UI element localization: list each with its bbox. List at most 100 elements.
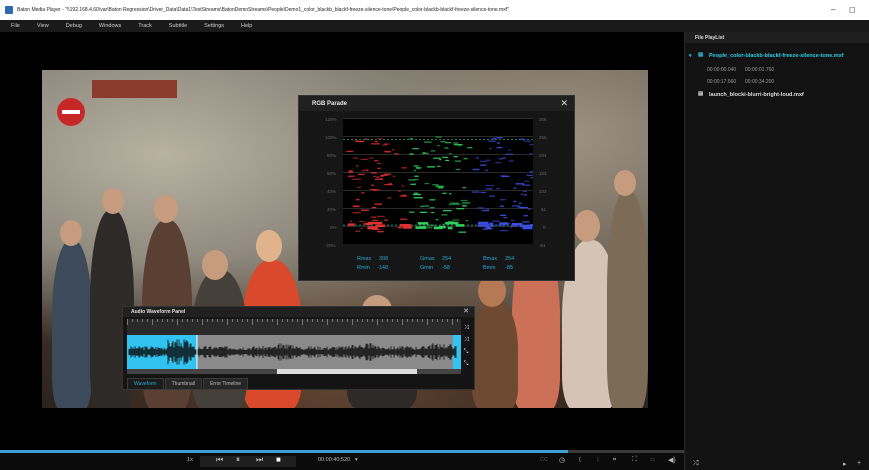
close-icon[interactable]: ✕ bbox=[560, 98, 568, 109]
parade-trace bbox=[510, 219, 515, 222]
ruler-tick bbox=[197, 319, 198, 322]
film-icon: ▤ bbox=[698, 52, 704, 58]
restore-button[interactable]: ◻ bbox=[849, 5, 856, 14]
ruler-tick bbox=[222, 319, 223, 322]
zoom-in-icon[interactable]: ⤨ bbox=[462, 325, 470, 333]
ruler-tick bbox=[212, 319, 213, 322]
clock-icon[interactable]: ◷ bbox=[559, 456, 565, 464]
segment-start[interactable]: 00:00:00.040 bbox=[707, 67, 736, 73]
menu-file[interactable]: File bbox=[11, 23, 20, 29]
segment-end[interactable]: 00:00:01.760 bbox=[745, 67, 774, 73]
crop-icon[interactable]: ⌗ bbox=[613, 457, 616, 464]
speed-label[interactable]: 1x bbox=[187, 457, 193, 463]
parade-trace bbox=[480, 191, 487, 194]
timecode-dropdown-icon[interactable]: ▾ bbox=[355, 457, 358, 463]
next-frame-icon[interactable]: ⏭ bbox=[256, 455, 263, 465]
ruler-tick bbox=[207, 319, 208, 322]
parade-trace bbox=[371, 206, 377, 209]
parade-trace bbox=[479, 160, 487, 163]
segment-end[interactable]: 00:00:34.200 bbox=[745, 79, 774, 85]
stop-icon[interactable]: ■ bbox=[276, 455, 281, 464]
parade-trace bbox=[360, 158, 368, 160]
parade-trace bbox=[529, 144, 538, 146]
menu-windows[interactable]: Windows bbox=[99, 23, 121, 29]
tab-thumbnail[interactable]: Thumbnail bbox=[164, 378, 202, 390]
ruler-tick bbox=[232, 319, 233, 322]
mark-out-icon[interactable]: } bbox=[597, 457, 599, 463]
parade-trace bbox=[376, 224, 386, 227]
parade-trace bbox=[416, 167, 422, 169]
add-file-icon[interactable]: + bbox=[857, 460, 861, 467]
minimize-button[interactable]: – bbox=[831, 5, 835, 14]
parade-trace bbox=[402, 194, 407, 196]
fullscreen-icon[interactable]: ⛶ bbox=[632, 456, 637, 464]
tab-waveform[interactable]: Waveform bbox=[127, 378, 164, 390]
menu-debug[interactable]: Debug bbox=[66, 23, 82, 29]
ruler-tick bbox=[447, 319, 448, 322]
menu-view[interactable]: View bbox=[37, 23, 49, 29]
tab-error-timeline[interactable]: Error Timeline bbox=[202, 378, 249, 390]
previous-frame-icon[interactable]: ⏮ bbox=[216, 455, 223, 465]
parade-trace bbox=[360, 227, 363, 230]
menu-settings[interactable]: Settings bbox=[204, 23, 224, 29]
zoom-out-icon[interactable]: ⤨ bbox=[462, 337, 470, 345]
parade-trace bbox=[453, 156, 458, 158]
menu-track[interactable]: Track bbox=[138, 23, 152, 29]
ruler-tick bbox=[252, 319, 253, 325]
captions-icon[interactable]: CC bbox=[540, 457, 548, 463]
time-ruler[interactable] bbox=[127, 319, 461, 335]
parade-trace bbox=[456, 208, 465, 210]
parade-trace bbox=[500, 175, 506, 177]
parade-trace bbox=[455, 168, 461, 171]
parade-trace bbox=[444, 142, 452, 144]
ruler-tick bbox=[347, 319, 348, 322]
parade-trace bbox=[447, 226, 453, 230]
waveform-scrollbar[interactable] bbox=[127, 369, 461, 374]
playlist-file[interactable]: launch_blocki-blurri-bright-loud.mxf bbox=[709, 92, 804, 98]
waveform-track[interactable] bbox=[127, 335, 461, 369]
parade-trace bbox=[522, 184, 531, 186]
play-playlist-icon[interactable]: ▸ bbox=[843, 460, 847, 468]
parade-trace bbox=[488, 140, 496, 142]
rgb-parade-title: RGB Parade bbox=[299, 96, 574, 111]
parade-trace bbox=[429, 199, 436, 201]
parade-trace bbox=[422, 152, 426, 154]
parade-trace bbox=[530, 177, 540, 179]
parade-trace bbox=[460, 199, 468, 202]
parade-trace bbox=[467, 147, 473, 149]
bmin-value: -85 bbox=[505, 265, 513, 271]
parade-trace bbox=[415, 226, 426, 229]
parade-trace bbox=[481, 209, 490, 212]
parade-trace bbox=[377, 167, 381, 169]
parade-trace bbox=[498, 225, 506, 227]
ruler-tick bbox=[142, 319, 143, 322]
parade-trace bbox=[349, 220, 353, 222]
rgb-parade-panel[interactable]: RGB Parade ✕ 120% 100% 80% 60% 40% 20% 0… bbox=[298, 95, 575, 281]
parade-trace bbox=[348, 170, 353, 172]
parade-trace bbox=[419, 211, 427, 213]
ruler-tick bbox=[327, 319, 328, 325]
parade-trace bbox=[489, 222, 494, 226]
pause-icon[interactable]: ⏸ bbox=[236, 455, 240, 465]
chevron-down-icon[interactable]: ▾ bbox=[689, 53, 692, 59]
playlist-file-active[interactable]: People_color-blackb-blackf-freeze-silenc… bbox=[709, 53, 843, 59]
aspect-icon[interactable]: ▭ bbox=[650, 457, 655, 463]
mark-in-icon[interactable]: { bbox=[579, 457, 581, 463]
zoom-fit-icon[interactable]: ⤡ bbox=[462, 349, 470, 357]
zoom-reset-icon[interactable]: ⤡ bbox=[462, 361, 470, 369]
ruler-tick bbox=[272, 319, 273, 322]
y-tick-left: -20% bbox=[325, 243, 336, 248]
menu-subtitle[interactable]: Subtitle bbox=[169, 23, 187, 29]
volume-icon[interactable]: ◀) bbox=[668, 456, 676, 464]
parade-trace bbox=[431, 211, 435, 214]
audio-waveform-panel[interactable]: Audio Waveform Panel ✕ ⤨ ⤨ ⤡ ⤡ Waveform … bbox=[122, 306, 475, 390]
parade-trace bbox=[371, 221, 383, 225]
parade-trace bbox=[355, 140, 365, 143]
segment-start[interactable]: 00:00:17.560 bbox=[707, 79, 736, 85]
gmax-label: Gmax bbox=[420, 256, 435, 262]
close-icon[interactable]: ✕ bbox=[463, 307, 469, 315]
parade-trace bbox=[523, 215, 529, 217]
shuffle-icon[interactable]: ⤮ bbox=[693, 460, 699, 468]
menu-help[interactable]: Help bbox=[241, 23, 252, 29]
scrollbar-thumb[interactable] bbox=[277, 369, 417, 374]
